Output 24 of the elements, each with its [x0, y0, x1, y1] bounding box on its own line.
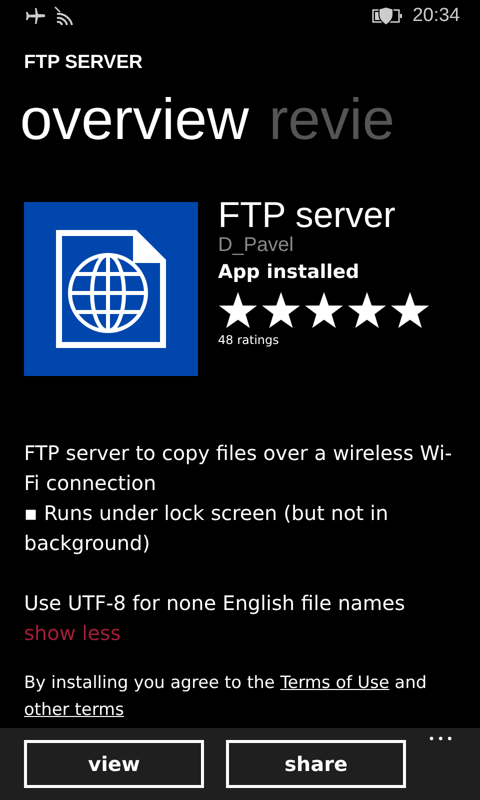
publisher-name: D_Pavel [218, 234, 295, 257]
star-icon [390, 290, 430, 329]
ratings-count: 48 ratings [218, 332, 280, 347]
star-icon [261, 290, 301, 329]
app-bar-button[interactable]: view [24, 740, 204, 788]
description-text: Use UTF-8 for none English file names [24, 590, 406, 617]
clock-time: 20:34 [412, 5, 460, 27]
description-text: ▪ Runs under lock screen (but not in background) [24, 500, 390, 557]
globe-document-icon [55, 229, 167, 349]
star-icon [347, 290, 387, 329]
airplane-icon [24, 7, 46, 25]
terms-link[interactable]: other terms [24, 700, 124, 720]
app-bar-button[interactable]: share [226, 740, 406, 788]
pivot-header[interactable]: overview [20, 91, 249, 149]
terms-text: By installing you agree to the Terms of Use and other terms [24, 672, 428, 722]
terms-link[interactable]: Terms of Use [280, 673, 390, 693]
star-icon [304, 290, 344, 329]
star-icon [218, 290, 258, 329]
install-status: App installed [218, 260, 360, 283]
description-text: FTP server to copy files over a wireless Wi-Fi connection [24, 440, 453, 497]
battery-saver-icon [372, 6, 404, 26]
app-title: FTP SERVER [24, 52, 144, 74]
more-button[interactable]: ••• [428, 732, 456, 746]
app-name: FTP server [218, 196, 396, 234]
